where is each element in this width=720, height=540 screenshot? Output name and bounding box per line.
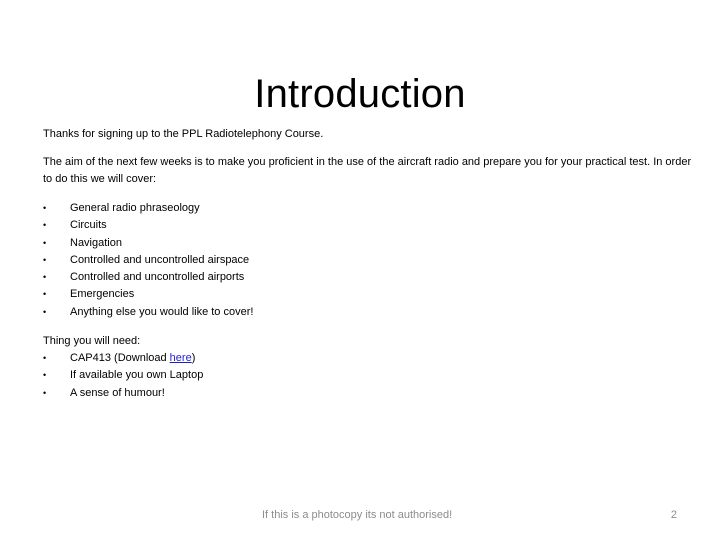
slide-body: Thanks for signing up to the PPL Radiote… [43,126,693,402]
page-number: 2 [670,509,677,521]
aim-text: The aim of the next few weeks is to make… [43,156,692,185]
bullet-icon: • [43,289,47,300]
list-item: • General radio phraseology [43,200,693,217]
bullet-icon: • [43,272,47,283]
bullet-icon: • [43,254,47,265]
needs-list: • CAP413 (Download here) • If available yo… [43,350,693,402]
list-item: • A sense of humour! [43,385,693,402]
list-item: • Navigation [43,235,693,252]
bullet-icon: • [43,306,47,317]
bullet-icon: • [43,353,47,364]
bullet-icon: • [43,220,47,231]
bullet-icon: • [43,370,47,381]
bullet-icon: • [43,237,47,248]
list-item: • CAP413 (Download here) [43,350,693,367]
topics-list: • General radio phraseology • Circuits • Na… [43,200,693,321]
bullet-icon: • [43,203,47,213]
download-link[interactable]: here [170,352,192,364]
list-item: • Controlled and uncontrolled airspace [43,252,693,269]
list-item: • Anything else you would like to cover! [43,304,693,321]
list-item: • Circuits [43,217,693,234]
footer-text: If this is a photocopy its not authorise… [262,509,453,521]
needs-heading: Thing you will need: [43,335,141,348]
bullet-icon: • [43,387,47,398]
list-item: • Emergencies [43,286,693,303]
list-item: • Controlled and uncontrolled airports [43,269,693,286]
intro-text: Thanks for signing up to the PPL Radiote… [43,128,324,140]
list-item: • If available you own Laptop [43,367,693,384]
slide-title: Introduction [254,71,466,116]
